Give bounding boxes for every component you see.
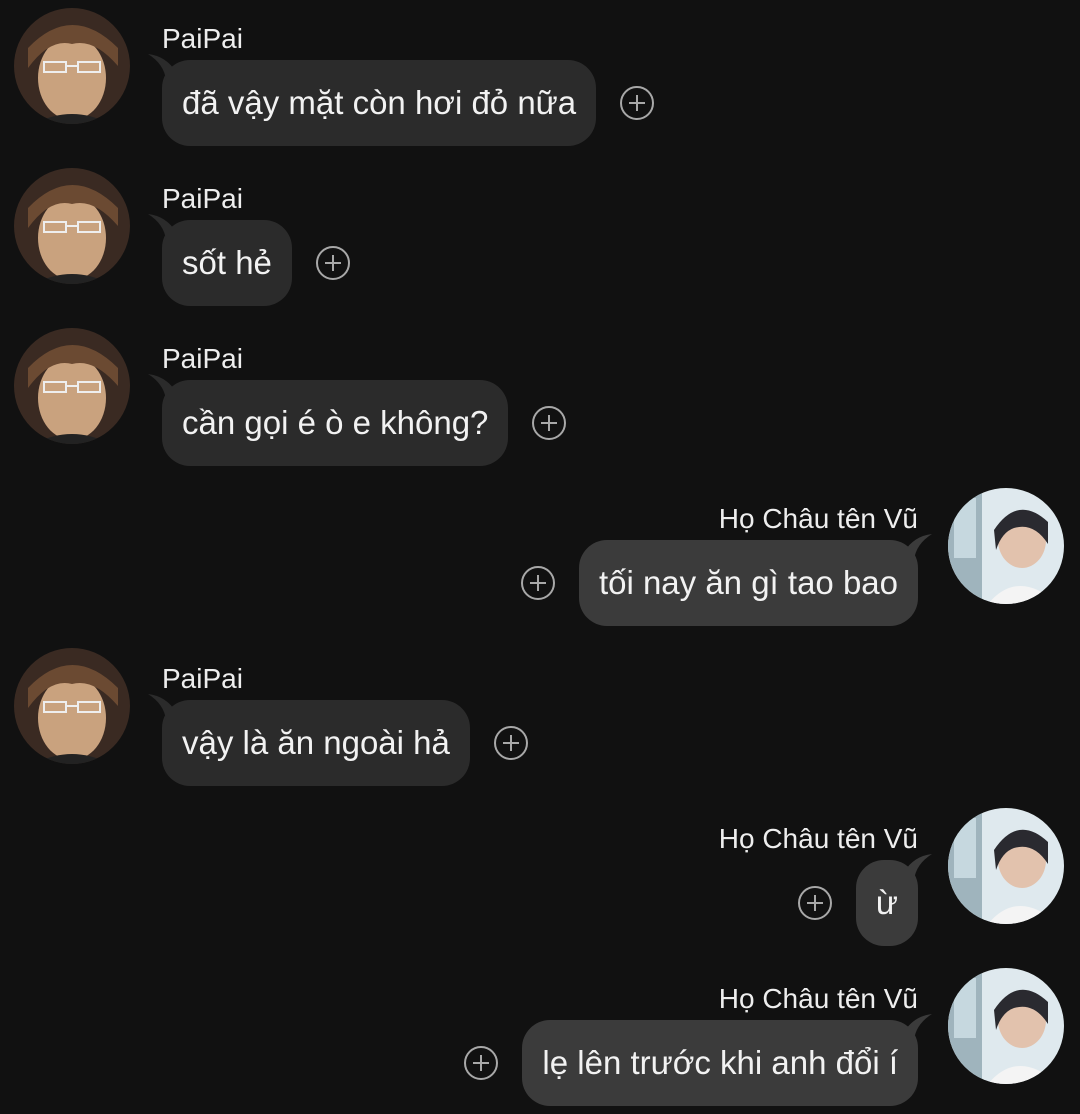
avatar-paipai[interactable] [14,648,130,764]
message-bubble-group: ừ [797,854,932,946]
avatar-paipai[interactable] [14,168,130,284]
add-reaction-icon[interactable] [315,246,350,280]
avatar-ho-chau-ten-vu[interactable] [948,968,1064,1084]
message-text: ừ [875,884,898,921]
avatar-ho-chau-ten-vu[interactable] [948,488,1064,604]
message-bubble[interactable]: ừ [855,854,932,946]
sender-name: PaiPai [162,343,243,374]
sender-name: Họ Châu tên Vũ [718,823,918,854]
sender-name: PaiPai [162,663,243,694]
bubble-tail [148,374,176,400]
add-reaction-icon[interactable] [620,86,655,120]
avatar-paipai[interactable] [14,328,130,444]
message-bubble[interactable]: sốt hẻ [148,214,292,306]
add-reaction-icon[interactable] [797,886,832,920]
message-bubble-group: sốt hẻ [148,214,350,306]
bubble-tail [148,694,176,720]
message-bubble[interactable]: tối nay ăn gì tao bao [578,534,932,626]
add-reaction-icon[interactable] [520,566,555,600]
sender-name: PaiPai [162,183,243,214]
message-row: PaiPai cần gọi é ò e không? [0,328,1080,468]
message-bubble[interactable]: vậy là ăn ngoài hả [148,694,470,786]
sender-name: Họ Châu tên Vũ [718,983,918,1014]
message-text: cần gọi é ò e không? [182,404,489,441]
message-bubble[interactable]: cần gọi é ò e không? [148,374,509,466]
sender-name: PaiPai [162,23,243,54]
message-row: Họ Châu tên Vũ lẹ lên trước khi anh đổi … [0,968,1080,1108]
add-reaction-icon[interactable] [464,1046,499,1080]
message-bubble-group: lẹ lên trước khi anh đổi í [464,1014,932,1106]
message-text: tối nay ăn gì tao bao [598,564,898,601]
add-reaction-icon[interactable] [532,406,567,440]
sender-name: Họ Châu tên Vũ [718,503,918,534]
message-text: lẹ lên trước khi anh đổi í [542,1044,898,1081]
message-row: PaiPai đã vậy mặt còn hơi đỏ nữa [0,8,1080,148]
message-text: đã vậy mặt còn hơi đỏ nữa [182,84,577,121]
bubble-tail [148,214,176,240]
bubble-tail [904,1014,932,1040]
bubble-tail [904,854,932,880]
bubble-tail [148,54,176,80]
message-bubble-group: vậy là ăn ngoài hả [148,694,528,786]
message-row: Họ Châu tên Vũ tối nay ăn gì tao bao [0,488,1080,628]
message-bubble[interactable]: lẹ lên trước khi anh đổi í [522,1014,932,1106]
message-row: PaiPai vậy là ăn ngoài hả [0,648,1080,788]
message-text: sốt hẻ [182,244,272,281]
bubble-tail [904,534,932,560]
avatar-ho-chau-ten-vu[interactable] [948,808,1064,924]
add-reaction-icon[interactable] [493,726,528,760]
avatar-paipai[interactable] [14,8,130,124]
message-bubble-group: cần gọi é ò e không? [148,374,567,466]
message-row: PaiPai sốt hẻ [0,168,1080,308]
message-bubble-group: tối nay ăn gì tao bao [520,534,932,626]
message-row: Họ Châu tên Vũ ừ [0,808,1080,948]
message-bubble[interactable]: đã vậy mặt còn hơi đỏ nữa [148,54,597,146]
message-text: vậy là ăn ngoài hả [182,724,450,761]
message-bubble-group: đã vậy mặt còn hơi đỏ nữa [148,54,655,146]
